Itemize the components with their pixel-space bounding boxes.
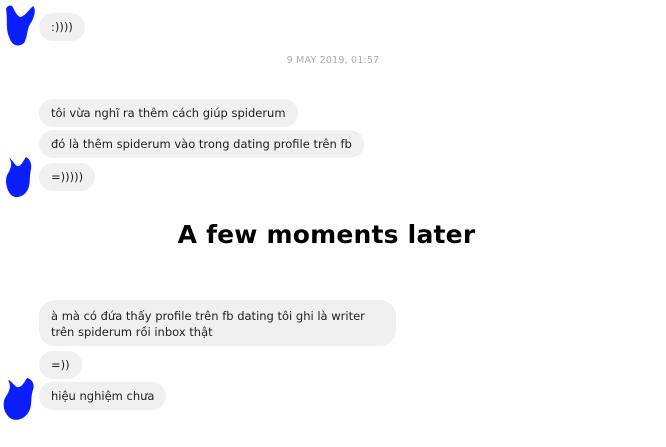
message-bubble: :)))) [39, 13, 85, 41]
message-bubble: tôi vừa nghĩ ra thêm cách giúp spiderum [39, 99, 298, 127]
message-bubble: đó là thêm spiderum vào trong dating pro… [39, 130, 364, 158]
avatar-scribble-icon [6, 157, 32, 198]
avatar-scribble-icon [3, 378, 34, 420]
message-bubble: hiệu nghiệm chưa [39, 382, 167, 410]
message-timestamp: 9 MAY 2019, 01:57 [286, 55, 380, 66]
message-bubble: à mà có đứa thấy profile trên fb dating … [39, 300, 396, 346]
avatar-scribble-icon [6, 5, 35, 46]
message-bubble: =)) [39, 351, 82, 379]
message-bubble: =))))) [39, 163, 96, 191]
meme-caption: A few moments later [177, 220, 476, 249]
